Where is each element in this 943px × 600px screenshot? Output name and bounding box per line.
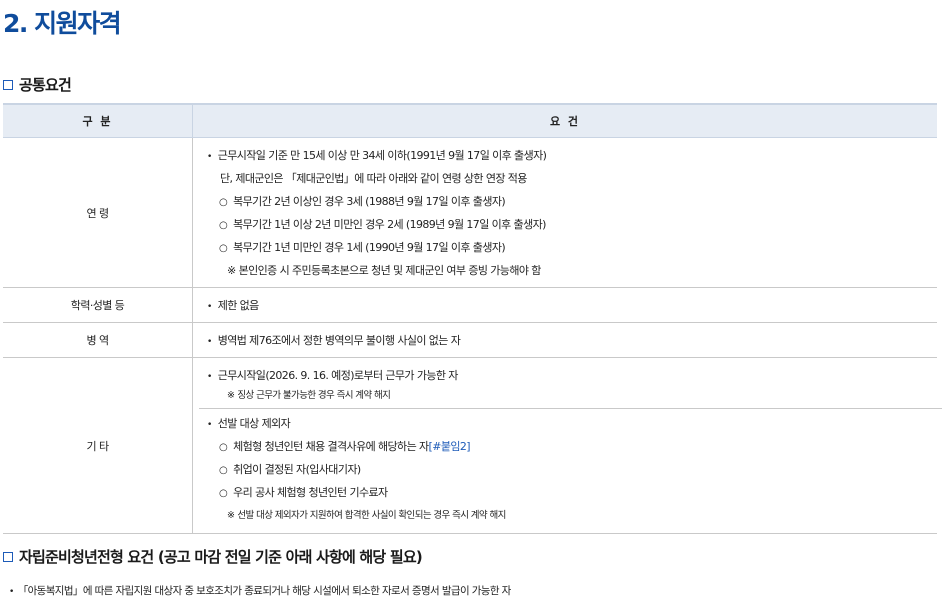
row-content-military: 병역법 제76조에서 정한 병역의무 불이행 사실이 없는 자 [192, 322, 937, 358]
section-heading-label: 자립준비청년전형 요건 (공고 마감 전일 기준 아래 사항에 해당 필요) [19, 548, 423, 566]
table-header-row: 구 분 요 건 [3, 103, 937, 138]
section-heading-label: 공통요건 [19, 76, 72, 94]
other-line: 근무시작일(2026. 9. 16. 예정)로부터 근무가 가능한 자 [207, 364, 937, 387]
other-line-text: 체험형 청년인턴 채용 결격사유에 해당하는 자 [233, 440, 429, 453]
square-bullet-icon [3, 79, 13, 90]
independence-requirement-line: 「아동복지법」에 따른 자립지원 대상자 중 보호조치가 종료되거나 해당 시설… [9, 583, 512, 598]
requirements-table: 구 분 요 건 연 령 근무시작일 기준 만 15세 이상 만 34세 이하(1… [3, 103, 942, 534]
row-content-age: 근무시작일 기준 만 15세 이상 만 34세 이하(1991년 9월 17일 … [192, 137, 937, 288]
age-line: 단, 제대군인은 「제대군인법」에 따라 아래와 같이 연령 상한 연장 적용 [220, 171, 527, 185]
row-content-other: 근무시작일(2026. 9. 16. 예정)로부터 근무가 가능한 자 징상 근… [192, 357, 942, 534]
page-title: 2. 지원자격 [3, 9, 122, 38]
education-line: 제한 없음 [207, 294, 937, 317]
age-line: 복무기간 2년 이상인 경우 3세 (1988년 9월 17일 이후 출생자) [207, 190, 937, 213]
age-note: 본인인증 시 주민등록초본으로 청년 및 제대군인 여부 증빙 가능해야 함 [207, 259, 937, 282]
table-row-age: 연 령 근무시작일 기준 만 15세 이상 만 34세 이하(1991년 9월 … [3, 137, 937, 288]
other-line: 취업이 결정된 자(입사대기자) [207, 458, 937, 481]
table-row-military: 병 역 병역법 제76조에서 정한 병역의무 불이행 사실이 없는 자 [3, 322, 937, 358]
table-row-other: 기 타 근무시작일(2026. 9. 16. 예정)로부터 근무가 가능한 자 … [3, 357, 942, 534]
other-line: 선발 대상 제외자 [207, 412, 937, 435]
age-line: 근무시작일 기준 만 15세 이상 만 34세 이하(1991년 9월 17일 … [207, 144, 937, 167]
row-label-military: 병 역 [3, 322, 193, 358]
age-line: 복무기간 1년 미만인 경우 1세 (1990년 9월 17일 이후 출생자) [207, 236, 937, 259]
square-bullet-icon [3, 551, 13, 562]
age-line: 복무기간 1년 이상 2년 미만인 경우 2세 (1989년 9월 17일 이후… [207, 213, 937, 236]
section-heading-independence: 자립준비청년전형 요건 (공고 마감 전일 기준 아래 사항에 해당 필요) [3, 546, 423, 567]
row-content-education: 제한 없음 [192, 287, 937, 323]
table-row-education: 학력·성별 등 제한 없음 [3, 287, 937, 323]
row-label-age: 연 령 [3, 137, 193, 288]
column-header-requirement: 요 건 [192, 103, 937, 138]
other-note: 선발 대상 제외자가 지원하여 합격한 사실이 확인되는 경우 즉시 계약 해지 [207, 504, 937, 527]
inner-divider [199, 408, 942, 409]
other-note: 징상 근무가 불가능한 경우 즉시 계약 해지 [207, 387, 937, 405]
other-line: 체험형 청년인턴 채용 결격사유에 해당하는 자[#붙임2] [207, 435, 937, 458]
section-heading-common: 공통요건 [3, 74, 72, 95]
attachment-2-link[interactable]: [#붙임2] [429, 440, 471, 453]
row-label-education: 학력·성별 등 [3, 287, 193, 323]
other-line: 우리 공사 체험형 청년인턴 기수료자 [207, 481, 937, 504]
column-header-category: 구 분 [3, 103, 193, 138]
military-line: 병역법 제76조에서 정한 병역의무 불이행 사실이 없는 자 [207, 329, 937, 352]
row-label-other: 기 타 [3, 357, 193, 534]
